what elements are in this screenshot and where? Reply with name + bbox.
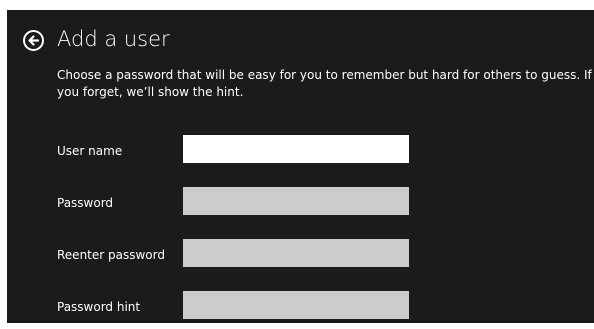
password-label: Password bbox=[57, 196, 114, 210]
reenter-password-label: Reenter password bbox=[57, 248, 165, 262]
back-button[interactable] bbox=[23, 30, 44, 51]
add-user-screen: Add a user Choose a password that will b… bbox=[7, 10, 594, 323]
password-input[interactable] bbox=[183, 187, 409, 215]
password-hint-label: Password hint bbox=[57, 300, 141, 314]
reenter-password-input[interactable] bbox=[183, 239, 409, 267]
username-input[interactable] bbox=[183, 135, 409, 163]
page-title: Add a user bbox=[57, 27, 170, 51]
page-description: Choose a password that will be easy for … bbox=[57, 68, 592, 99]
password-hint-input[interactable] bbox=[183, 291, 409, 319]
username-label: User name bbox=[57, 144, 123, 158]
back-arrow-icon bbox=[28, 35, 40, 46]
